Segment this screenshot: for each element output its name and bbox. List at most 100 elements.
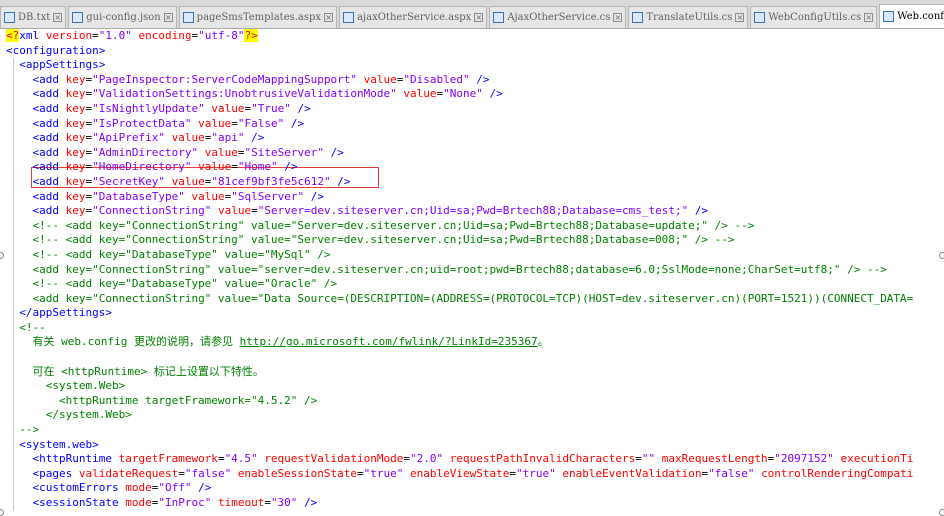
tab-7[interactable]: Web.config× [879,4,944,28]
indent-guide [13,72,14,88]
code-token: "false" [184,466,232,480]
code-line: <!-- <add key="DatabaseType" value="MySq… [0,247,944,263]
tab-2[interactable]: pageSmsTemplates.aspx × [178,6,338,28]
code-line: <add key="SecretKey" value="81cef9bf3fe5… [0,174,944,190]
code-token: key [65,160,86,174]
code-token: ?> [244,29,258,42]
code-token: value [204,145,238,159]
code-token: "SecretKey" [92,174,165,188]
code-line: <add key="PageInspector:ServerCodeMappin… [0,72,944,88]
code-link[interactable]: http://go.microsoft.com/fwlink/?LinkId=2… [240,335,538,348]
code-token: <pages [32,466,79,480]
code-token: executionTi [840,452,914,466]
code-token: /> [297,101,311,115]
code-token: key [65,189,86,203]
resize-handle-right[interactable] [939,252,944,259]
close-icon[interactable]: × [735,13,745,22]
tab-0[interactable]: DB.txt × [0,6,67,28]
code-token: <!-- [19,320,46,334]
tab-4[interactable]: AjaxOtherService.cs × [489,6,627,28]
indent-guide [13,320,14,336]
code-line: <configuration> [0,44,944,59]
code-token: "ConnectionString" [92,204,212,218]
code-token: <add [32,174,66,188]
close-icon[interactable]: × [324,13,334,22]
code-token: "utf-8" [198,29,245,42]
code-token: <httpRuntime targetFramework="4.5.2" /> [58,393,318,407]
code-token: <configuration> [6,43,106,57]
close-icon[interactable]: × [613,13,623,22]
tab-5[interactable]: TranslateUtils.cs × [628,6,749,28]
indent-guide [13,277,14,292]
code-token: mode [125,481,152,495]
indent-guide [13,306,14,321]
close-icon[interactable]: × [53,13,63,22]
code-line: <sessionState mode="InProc" timeout="30"… [0,496,944,511]
indent-guide [13,101,14,117]
indent-guide [13,189,14,205]
code-token: controlRenderingCompati [761,466,914,480]
tab-label: AjaxOtherService.cs [507,12,611,23]
code-token: <add [32,204,66,218]
close-icon[interactable]: × [163,13,173,22]
code-line: <add key="ConnectionString" value="Data … [0,291,944,307]
indent-guide [13,408,14,424]
tab-1[interactable]: gui-config.json × [68,6,177,28]
code-token: <add [32,116,66,130]
code-token: "True" [251,101,291,115]
code-token: <add [32,131,66,145]
code-token: value [171,131,205,145]
code-token: value [198,160,232,174]
code-line: <add key="ValidationSettings:Unobtrusive… [0,87,944,102]
indent-guide [13,452,14,467]
tab-bar: DB.txt × gui-config.json × pageSmsTemplates.… [0,0,944,29]
code-line [0,350,944,365]
indent-guide [13,437,14,453]
indent-guide [13,393,14,409]
code-token: "IsProtectData" [92,116,192,130]
code-line: <add key="IsNightlyUpdate" value="True" … [0,101,944,117]
tab-label: DB.txt [18,12,51,23]
tab-6[interactable]: WebConfigUtils.cs × [750,6,878,28]
code-line: <add key="DatabaseType" value="SqlServer… [0,189,944,205]
code-editor[interactable]: <?xml version="1.0" encoding="utf-8"?> <c… [0,29,944,515]
code-token: value [191,189,225,203]
indent-guide [13,364,14,380]
file-icon [72,12,84,23]
file-icon [182,12,194,23]
indent-guide [13,481,14,496]
code-token: version [45,29,93,42]
code-token: "1.0" [98,29,132,42]
code-line: <add key="ConnectionString" value="Serve… [0,204,944,219]
code-token: "true" [363,466,404,480]
code-token: "Off" [158,481,192,495]
tab-3[interactable]: ajaxOtherService.aspx × [339,6,488,28]
code-line: <add key="AdminDirectory" value="SiteSer… [0,145,944,161]
code-token: <appSettings> [19,58,106,72]
code-token: <!-- <add key="DatabaseType" value="Orac… [32,277,338,291]
close-icon[interactable]: × [864,13,874,22]
code-token: "81cef9bf3fe5c612" [211,174,331,188]
code-token: encoding [138,29,192,42]
close-icon[interactable]: × [474,13,484,22]
code-line: <add key="ConnectionString" value="serve… [0,262,944,278]
code-token: key [65,72,86,86]
code-token: "False" [237,116,285,130]
